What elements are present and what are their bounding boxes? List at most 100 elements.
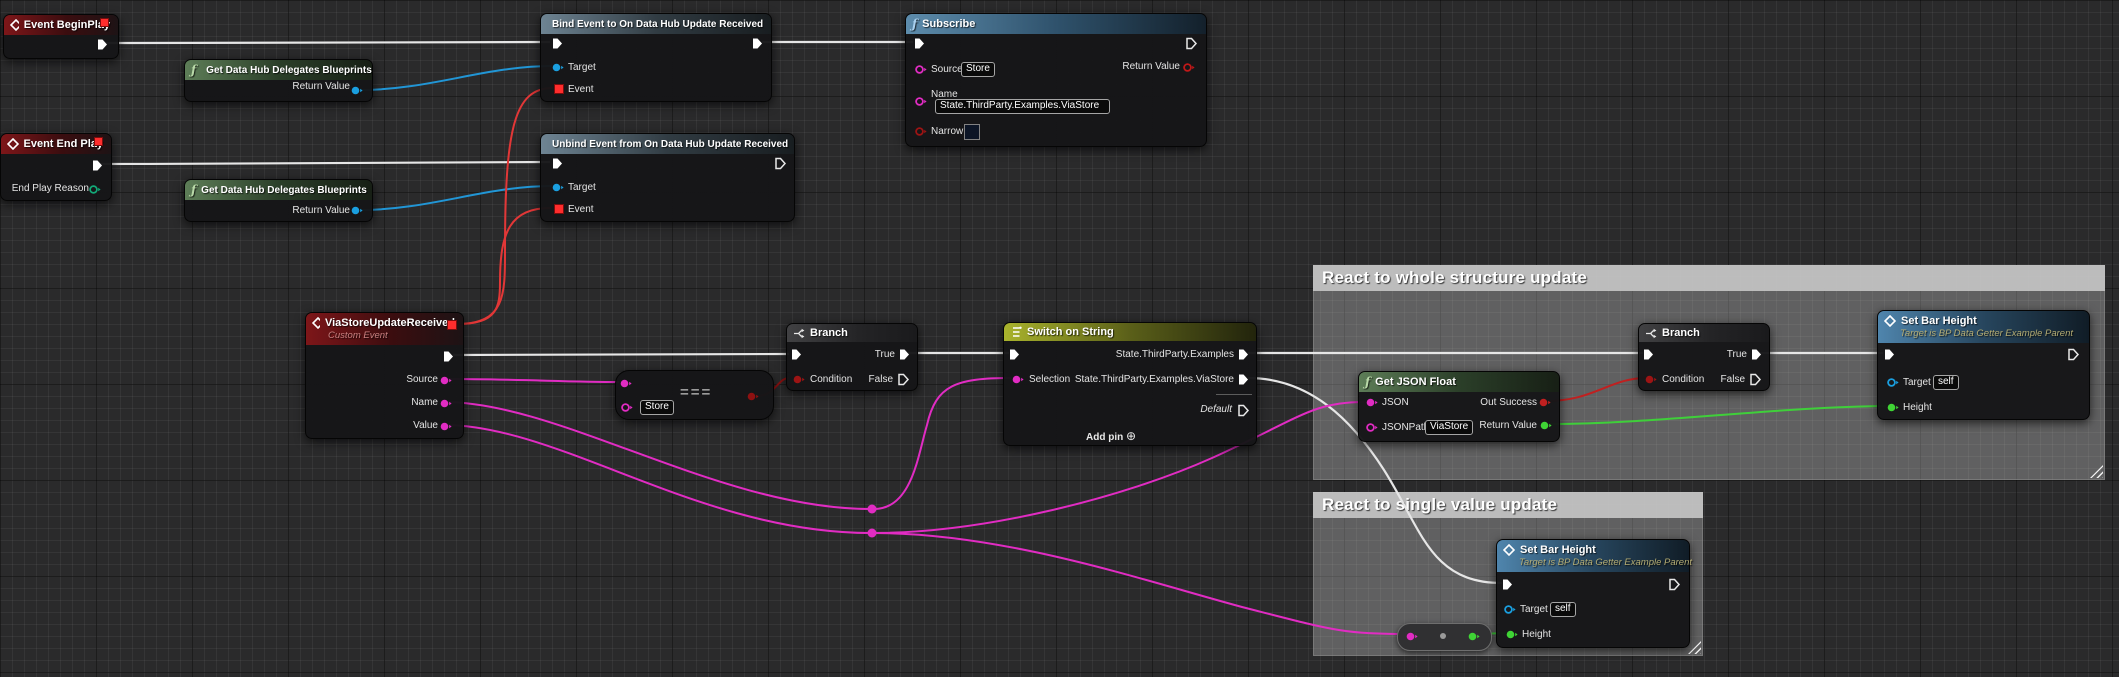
pin-label-return-value: Return Value bbox=[1122, 60, 1180, 73]
exec-in-pin[interactable] bbox=[551, 157, 564, 170]
exec-in-pin[interactable] bbox=[1501, 578, 1514, 591]
node-subscribe[interactable]: ƒ Subscribe Source Store Name State.Thir… bbox=[905, 13, 1207, 147]
add-pin-button[interactable]: Add pin ⊕ bbox=[1086, 429, 1136, 443]
out-success-pin[interactable] bbox=[1539, 397, 1551, 408]
node-title: Set Bar Height bbox=[1520, 544, 1596, 556]
return-value-pin[interactable] bbox=[1183, 62, 1195, 73]
default-exec-pin[interactable] bbox=[1237, 404, 1250, 417]
source-value-field[interactable]: Store bbox=[961, 62, 995, 77]
jsonpath-value-field[interactable]: ViaStore bbox=[1425, 420, 1473, 435]
source-pin[interactable] bbox=[915, 64, 927, 75]
exec-out-pin[interactable] bbox=[751, 37, 764, 50]
graph-canvas[interactable]: React to whole structure update React to… bbox=[0, 0, 2119, 677]
exec-out-pin[interactable] bbox=[91, 159, 104, 172]
node-event-endplay[interactable]: Event End Play End Play Reason bbox=[0, 133, 112, 201]
node-header: ƒ Get Data Hub Delegates Blueprints bbox=[185, 180, 372, 200]
exec-out-pin[interactable] bbox=[1668, 578, 1681, 591]
value-pin[interactable] bbox=[440, 421, 452, 432]
target-pin[interactable] bbox=[552, 182, 564, 193]
delegate-pin[interactable] bbox=[94, 137, 103, 146]
height-pin[interactable] bbox=[1887, 402, 1899, 413]
case-1-exec-pin[interactable] bbox=[1237, 348, 1250, 361]
return-value-pin[interactable] bbox=[1540, 420, 1552, 431]
event-delegate-pin[interactable] bbox=[554, 84, 564, 94]
wire-string-reroute-selection bbox=[874, 378, 1011, 509]
node-get-delegates-2[interactable]: ƒ Get Data Hub Delegates Blueprints Retu… bbox=[184, 179, 373, 222]
narrow-pin[interactable] bbox=[915, 126, 927, 137]
node-switch-on-string[interactable]: Switch on String Selection State.ThirdPa… bbox=[1003, 322, 1257, 446]
node-header: Switch on String bbox=[1004, 323, 1256, 341]
exec-in-pin[interactable] bbox=[913, 37, 926, 50]
target-value-field[interactable]: self bbox=[1933, 375, 1959, 390]
true-exec-pin[interactable] bbox=[1750, 348, 1763, 361]
node-set-bar-height-1[interactable]: Set Bar Height Target is BP Data Getter … bbox=[1877, 310, 2090, 420]
name-pin[interactable] bbox=[440, 398, 452, 409]
json-pin[interactable] bbox=[1366, 397, 1378, 408]
node-branch-1[interactable]: Branch Condition True False bbox=[786, 323, 918, 391]
node-event-beginplay[interactable]: Event BeginPlay bbox=[3, 14, 119, 59]
target-value-field[interactable]: self bbox=[1550, 602, 1576, 617]
exec-in-pin[interactable] bbox=[790, 348, 803, 361]
pin-label-jsonpath: JSONPath bbox=[1382, 421, 1429, 434]
exec-out-pin[interactable] bbox=[2067, 348, 2080, 361]
delegate-pin[interactable] bbox=[447, 320, 457, 330]
node-get-delegates-1[interactable]: ƒ Get Data Hub Delegates Blueprints Retu… bbox=[184, 59, 373, 102]
equals-literal-field[interactable]: Store bbox=[640, 400, 674, 415]
case-2-exec-pin[interactable] bbox=[1237, 373, 1250, 386]
exec-out-pin[interactable] bbox=[1185, 37, 1198, 50]
return-value-pin[interactable] bbox=[351, 85, 363, 96]
narrow-checkbox[interactable] bbox=[964, 124, 980, 140]
true-exec-pin[interactable] bbox=[898, 348, 911, 361]
exec-in-pin[interactable] bbox=[1883, 348, 1896, 361]
node-header: Set Bar Height Target is BP Data Getter … bbox=[1497, 540, 1689, 572]
node-title: Get Data Hub Delegates Blueprints bbox=[201, 185, 367, 196]
source-pin[interactable] bbox=[440, 375, 452, 386]
node-header: ƒ Get Data Hub Delegates Blueprints bbox=[185, 60, 372, 80]
end-play-reason-pin[interactable] bbox=[89, 184, 101, 195]
condition-pin[interactable] bbox=[793, 374, 805, 385]
jsonpath-pin[interactable] bbox=[1366, 422, 1378, 433]
conversion-out-pin[interactable] bbox=[1468, 631, 1480, 642]
conversion-in-pin[interactable] bbox=[1406, 631, 1418, 642]
node-bind-event[interactable]: Bind Event to On Data Hub Update Receive… bbox=[540, 13, 772, 102]
pin-label-end-play-reason: End Play Reason bbox=[12, 182, 89, 195]
event-delegate-pin[interactable] bbox=[554, 204, 564, 214]
delegate-pin[interactable] bbox=[100, 18, 109, 27]
exec-in-pin[interactable] bbox=[551, 37, 564, 50]
target-pin[interactable] bbox=[1887, 377, 1899, 388]
node-get-json-float[interactable]: ƒ Get JSON Float JSON JSONPath ViaStore … bbox=[1358, 371, 1560, 442]
exec-out-pin[interactable] bbox=[774, 157, 787, 170]
name-pin[interactable] bbox=[915, 96, 927, 107]
node-to-float-conversion[interactable] bbox=[1397, 623, 1492, 651]
result-pin[interactable] bbox=[747, 391, 759, 402]
name-value-field[interactable]: State.ThirdParty.Examples.ViaStore bbox=[935, 99, 1110, 114]
height-pin[interactable] bbox=[1506, 629, 1518, 640]
branch-icon bbox=[1645, 328, 1657, 339]
pin-label-return-value: Return Value bbox=[1479, 419, 1537, 432]
selection-pin[interactable] bbox=[1012, 374, 1024, 385]
reroute-node-value[interactable] bbox=[868, 529, 877, 538]
target-pin[interactable] bbox=[552, 62, 564, 73]
node-title: Get JSON Float bbox=[1375, 376, 1456, 388]
input-b-pin[interactable] bbox=[621, 402, 633, 413]
exec-out-pin[interactable] bbox=[96, 38, 109, 51]
exec-in-pin[interactable] bbox=[1642, 348, 1655, 361]
equals-operator: === bbox=[680, 386, 712, 400]
node-set-bar-height-2[interactable]: Set Bar Height Target is BP Data Getter … bbox=[1496, 539, 1690, 648]
reroute-node-name[interactable] bbox=[868, 505, 877, 514]
target-pin[interactable] bbox=[1504, 604, 1516, 615]
false-exec-pin[interactable] bbox=[897, 373, 910, 386]
input-a-pin[interactable] bbox=[620, 378, 632, 389]
pin-label-selection: Selection bbox=[1029, 373, 1070, 386]
node-viastore-update-received[interactable]: ViaStoreUpdateReceived Custom Event Sour… bbox=[305, 312, 464, 439]
pin-label-event: Event bbox=[568, 203, 594, 216]
exec-in-pin[interactable] bbox=[1008, 348, 1021, 361]
condition-pin[interactable] bbox=[1645, 374, 1657, 385]
exec-out-pin[interactable] bbox=[442, 350, 455, 363]
node-unbind-event[interactable]: Unbind Event from On Data Hub Update Rec… bbox=[540, 133, 795, 222]
false-exec-pin[interactable] bbox=[1749, 373, 1762, 386]
node-string-equals[interactable]: === Store bbox=[615, 370, 774, 420]
return-value-pin[interactable] bbox=[351, 205, 363, 216]
pin-label-true: True bbox=[875, 348, 895, 361]
node-branch-2[interactable]: Branch Condition True False bbox=[1638, 323, 1770, 391]
